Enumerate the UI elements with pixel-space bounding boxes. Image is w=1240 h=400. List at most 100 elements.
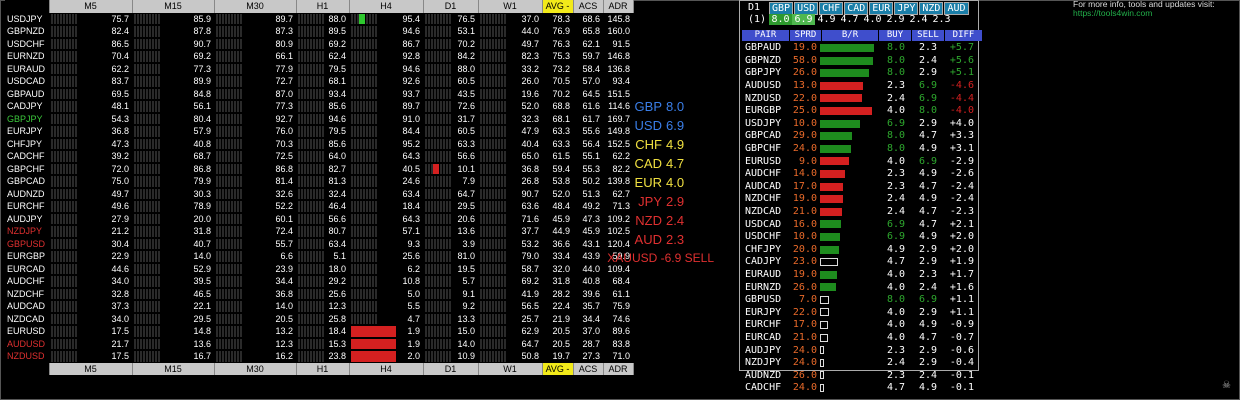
strength-bars [351, 63, 377, 74]
column-header-h4[interactable]: H4 [349, 0, 424, 13]
pair-row[interactable]: EURUSD 9.0 4.0 6.9 -2.9 [742, 155, 977, 168]
cell-value: 70.2 [457, 38, 475, 49]
cell-value: 77.3 [275, 101, 293, 112]
symbol-label[interactable]: EURJPY [5, 125, 49, 138]
symbol-label[interactable]: USDJPY [5, 13, 49, 26]
pair-row[interactable]: GBPNZD 58.0 8.0 2.4 +5.6 [742, 55, 977, 68]
symbol-label[interactable]: CADJPY [5, 100, 49, 113]
symbol-label[interactable]: GBPAUD [5, 88, 49, 101]
symbol-label[interactable]: GBPCAD [5, 175, 49, 188]
pair-row[interactable]: NZDUSD 22.0 2.4 6.9 -4.4 [742, 92, 977, 105]
pair-row[interactable]: CHFJPY 20.0 4.9 2.9 +2.0 [742, 244, 977, 257]
symbol-label[interactable]: GBPUSD [5, 238, 49, 251]
panel-col-br[interactable]: B/R [822, 30, 878, 41]
symbol-label[interactable]: GBPJPY [5, 113, 49, 126]
column-header-h4[interactable]: H4 [349, 362, 424, 375]
column-header-h1[interactable]: H1 [296, 362, 350, 375]
pair-row[interactable]: NZDCAD 21.0 2.4 4.7 -2.3 [742, 206, 977, 219]
timeframe-cell: 63.3 [423, 138, 478, 151]
pair-row[interactable]: GBPCAD 29.0 8.0 4.7 +3.3 [742, 130, 977, 143]
column-header-m15[interactable]: M15 [132, 0, 215, 13]
column-header-m30[interactable]: M30 [214, 0, 297, 13]
cell-value: 7.9 [462, 176, 475, 187]
symbol-label[interactable]: NZDJPY [5, 225, 49, 238]
pair-row[interactable]: AUDCAD 17.0 2.3 4.7 -2.4 [742, 181, 977, 194]
symbol-label[interactable]: AUDCAD [5, 300, 49, 313]
cell-value: 30.3 [193, 188, 211, 199]
column-header-avg[interactable]: AVG - [542, 0, 574, 13]
pair-row[interactable]: NZDJPY 24.0 2.4 2.9 -0.4 [742, 357, 977, 370]
pair-row[interactable]: EURCHF 17.0 4.0 4.9 -0.9 [742, 319, 977, 332]
symbol-label[interactable]: AUDJPY [5, 213, 49, 226]
pair-row[interactable]: USDCHF 10.0 6.9 4.9 +2.0 [742, 231, 977, 244]
pair-row[interactable]: EURCAD 21.0 4.0 4.7 -0.7 [742, 332, 977, 345]
pair-row[interactable]: AUDNZD 26.0 2.3 2.4 -0.1 [742, 369, 977, 382]
pair-row[interactable]: GBPCHF 24.0 8.0 4.9 +3.1 [742, 143, 977, 156]
column-header-m5[interactable]: M5 [49, 0, 133, 13]
symbol-label[interactable]: USDCAD [5, 75, 49, 88]
pair-row[interactable]: EURJPY 22.0 4.0 2.9 +1.1 [742, 306, 977, 319]
pair-row[interactable]: EURAUD 19.0 4.0 2.3 +1.7 [742, 269, 977, 282]
symbol-label[interactable]: CHFJPY [5, 138, 49, 151]
pair-row[interactable]: GBPJPY 26.0 8.0 2.9 +5.1 [742, 67, 977, 80]
buy-value: 4.0 [886, 319, 905, 331]
symbol-label[interactable]: NZDCAD [5, 313, 49, 326]
symbol-label[interactable]: GBPCHF [5, 163, 49, 176]
info-link[interactable]: https://tools4win.com [1073, 9, 1215, 18]
symbol-label[interactable]: EURCAD [5, 263, 49, 276]
symbol-label[interactable]: USDCHF [5, 38, 49, 51]
column-header-m15[interactable]: M15 [132, 362, 215, 375]
column-header-m5[interactable]: M5 [49, 362, 133, 375]
symbol-label[interactable]: AUDCHF [5, 275, 49, 288]
panel-col-diff[interactable]: DIFF [945, 30, 982, 41]
column-header-adr[interactable]: ADR [603, 0, 634, 13]
column-header-w1[interactable]: W1 [478, 0, 543, 13]
cell-value: 84.8 [193, 88, 211, 99]
grid-row: EURJPY 36.8 57.9 76.0 79.5 84.4 60.5 47.9 63.3 55… [5, 125, 633, 138]
strength-bars [134, 263, 160, 274]
pair-row[interactable]: AUDCHF 14.0 2.3 4.9 -2.6 [742, 168, 977, 181]
pair-row[interactable]: NZDCHF 19.0 2.4 4.9 -2.4 [742, 193, 977, 206]
strength-bars [134, 163, 160, 174]
symbol-label[interactable]: EURAUD [5, 63, 49, 76]
symbol-label[interactable]: AUDNZD [5, 188, 49, 201]
pair-row[interactable]: EURNZD 26.0 4.0 2.4 +1.6 [742, 281, 977, 294]
column-header-w1[interactable]: W1 [478, 362, 543, 375]
column-header-avg[interactable]: AVG - [542, 362, 574, 375]
cell-value: 94.6 [402, 26, 420, 37]
symbol-label[interactable]: EURUSD [5, 325, 49, 338]
symbol-label[interactable]: EURNZD [5, 50, 49, 63]
panel-col-pair[interactable]: PAIR [742, 30, 789, 41]
panel-col-buy[interactable]: BUY [879, 30, 911, 41]
strength-bars [298, 226, 324, 237]
symbol-label[interactable]: NZDCHF [5, 288, 49, 301]
pair-row[interactable]: AUDUSD 13.0 2.3 6.9 -4.6 [742, 80, 977, 93]
column-header-d1[interactable]: D1 [423, 0, 479, 13]
symbol-label[interactable]: EURCHF [5, 200, 49, 213]
column-header-acs[interactable]: ACS [573, 362, 604, 375]
panel-col-sprd[interactable]: SPRD [790, 30, 821, 41]
pair-row[interactable]: USDCAD 16.0 6.9 4.7 +2.1 [742, 218, 977, 231]
cell-value: 49.7 [521, 38, 539, 49]
pair-row[interactable]: USDJPY 10.0 6.9 2.9 +4.0 [742, 118, 977, 131]
pair-name: USDJPY [745, 117, 782, 129]
pair-row[interactable]: EURGBP 25.0 4.0 8.0 -4.0 [742, 105, 977, 118]
pair-row[interactable]: GBPUSD 7.0 8.0 6.9 +1.1 [742, 294, 977, 307]
column-header-d1[interactable]: D1 [423, 362, 479, 375]
panel-col-sell[interactable]: SELL [912, 30, 944, 41]
column-header-acs[interactable]: ACS [573, 0, 604, 13]
symbol-label[interactable]: AUDUSD [5, 338, 49, 351]
symbol-label[interactable]: EURGBP [5, 250, 49, 263]
pair-row[interactable]: CADJPY 23.0 4.7 2.9 +1.9 [742, 256, 977, 269]
symbol-label[interactable]: GBPNZD [5, 25, 49, 38]
column-header-adr[interactable]: ADR [603, 362, 634, 375]
strength-bars [134, 351, 160, 362]
bias-bar-cell [820, 294, 876, 307]
symbol-label[interactable]: CADCHF [5, 150, 49, 163]
symbol-label[interactable]: NZDUSD [5, 350, 49, 363]
pair-row[interactable]: GBPAUD 19.0 8.0 2.3 +5.7 [742, 42, 977, 55]
column-header-m30[interactable]: M30 [214, 362, 297, 375]
pair-row[interactable]: CADCHF 24.0 4.7 4.9 -0.1 [742, 382, 977, 395]
pair-row[interactable]: AUDJPY 24.0 2.3 2.9 -0.6 [742, 344, 977, 357]
column-header-h1[interactable]: H1 [296, 0, 350, 13]
